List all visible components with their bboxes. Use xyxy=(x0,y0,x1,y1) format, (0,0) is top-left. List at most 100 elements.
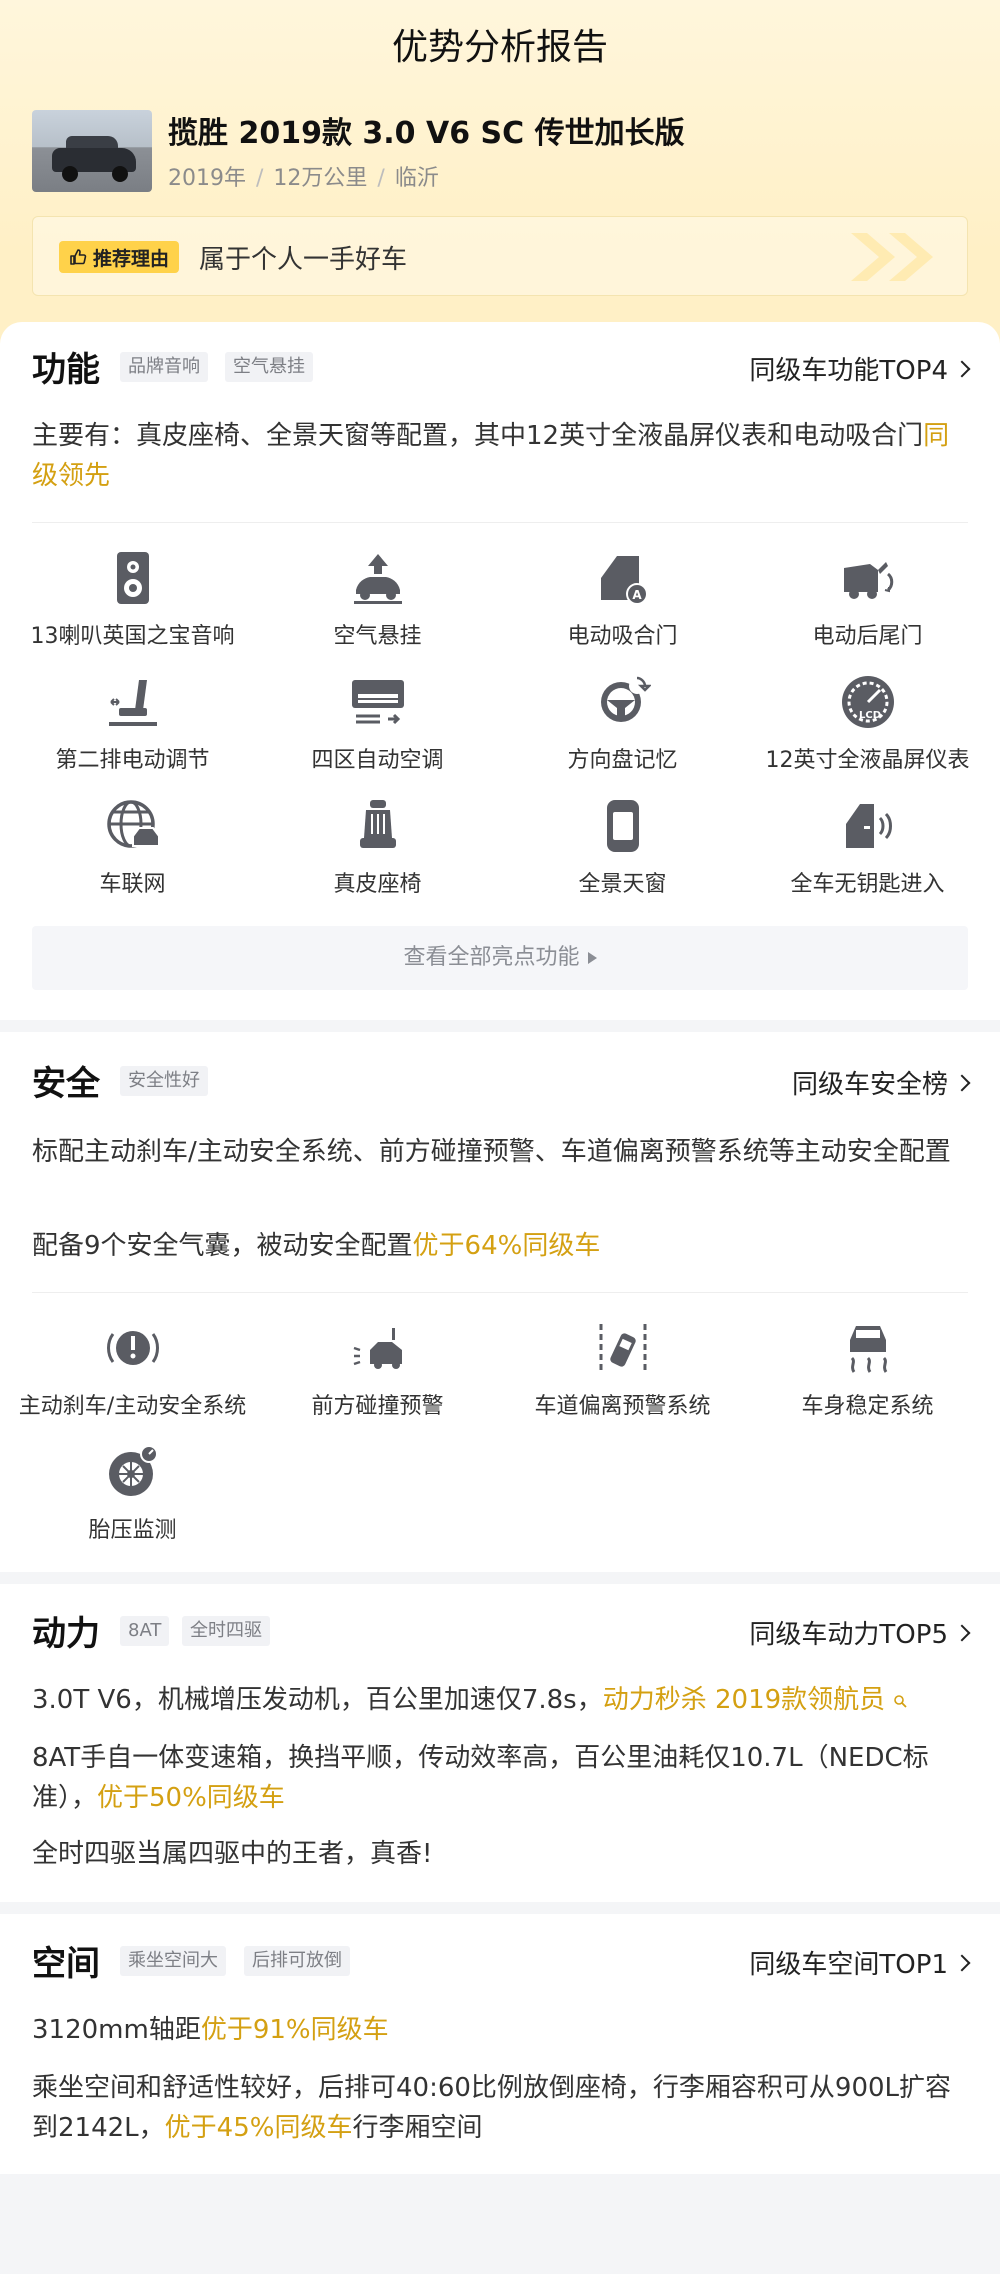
function-title: 功能 xyxy=(32,350,100,390)
function-tag: 空气悬挂 xyxy=(225,352,313,382)
feature-item[interactable]: 全景天窗 xyxy=(500,798,745,898)
feature-label: 胎压监测 xyxy=(88,1518,177,1543)
safety-tag: 安全性好 xyxy=(120,1066,208,1096)
power-rank-link[interactable]: 同级车动力TOP5 xyxy=(749,1614,971,1651)
connected-car-icon xyxy=(106,800,160,848)
chevron-right-icon xyxy=(953,360,971,377)
power-4wd-description: 全时四驱当属四驱中的王者，真香! xyxy=(32,1839,433,1869)
tire-pressure-icon xyxy=(108,1445,158,1496)
feature-label: 前方碰撞预警 xyxy=(311,1394,444,1419)
feature-item[interactable]: 车联网 xyxy=(10,798,255,898)
feature-label: 空气悬挂 xyxy=(333,624,422,649)
recommend-reason-label: 推荐理由 xyxy=(93,247,170,270)
feature-label: 车身稳定系统 xyxy=(801,1394,934,1419)
lcd-gauge-icon: LCD xyxy=(841,676,894,728)
feature-label: 方向盘记忆 xyxy=(567,748,678,773)
car-meta: 2019年 / 12万公里 / 临沂 xyxy=(168,160,439,192)
meta-separator: / xyxy=(256,166,264,191)
highlight-text: 优于91%同级车 xyxy=(200,2015,389,2045)
safety-section: 安全 安全性好 同级车安全榜 标配主动刹车/主动安全系统、前方碰撞预警、车道偏离… xyxy=(0,1032,1000,1572)
space-section: 空间 乘坐空间大 后排可放倒 同级车空间TOP1 3120mm轴距优于91%同级… xyxy=(0,1914,1000,2174)
thumbs-up-icon xyxy=(70,249,87,265)
sunroof-icon xyxy=(606,800,639,852)
car-name: 揽胜 2019款 3.0 V6 SC 传世加长版 xyxy=(168,116,685,151)
feature-item[interactable]: 四区自动空调 xyxy=(255,674,500,774)
feature-item[interactable]: 方向盘记忆 xyxy=(500,674,745,774)
power-tailgate-icon xyxy=(843,562,893,599)
function-rank-label: 同级车功能TOP4 xyxy=(749,356,948,386)
power-door-icon: A xyxy=(600,556,648,605)
stability-icon xyxy=(849,1326,887,1373)
car-city: 临沂 xyxy=(394,166,439,191)
feature-item[interactable]: 空气悬挂 xyxy=(255,550,500,650)
safety-rank-label: 同级车安全榜 xyxy=(791,1070,948,1100)
keyless-entry-icon xyxy=(845,804,892,848)
report-header: 优势分析报告 揽胜 2019款 3.0 V6 SC 传世加长版 2019年 / 12… xyxy=(0,0,1000,360)
climate-icon xyxy=(351,680,404,725)
speaker-icon xyxy=(116,552,149,604)
feature-label: 电动后尾门 xyxy=(812,624,923,649)
feature-label: 第二排电动调节 xyxy=(55,748,210,773)
svg-text:LCD: LCD xyxy=(858,710,880,721)
feature-label: 车道偏离预警系统 xyxy=(534,1394,711,1419)
safety-feature-item[interactable]: 车道偏离预警系统 xyxy=(500,1320,745,1420)
page-title: 优势分析报告 xyxy=(391,27,608,68)
brake-warning-icon xyxy=(106,1331,159,1365)
feature-label: 电动吸合门 xyxy=(567,624,678,649)
feature-label: 13喇叭英国之宝音响 xyxy=(30,624,235,649)
feature-item[interactable]: 第二排电动调节 xyxy=(10,674,255,774)
chevron-right-icon xyxy=(953,1624,971,1641)
lane-departure-icon xyxy=(599,1324,646,1372)
power-tag: 全时四驱 xyxy=(182,1616,270,1646)
function-description: 主要有：真皮座椅、全景天窗等配置，其中12英寸全液晶屏仪表和电动吸合门同级领先 xyxy=(32,421,950,491)
feature-item[interactable]: A 电动吸合门 xyxy=(500,550,745,650)
meta-separator: / xyxy=(377,166,385,191)
space-comfort-description: 乘坐空间和舒适性较好，后排可40:60比例放倒座椅，行李厢容积可从900L扩容到… xyxy=(32,2073,952,2143)
space-tag: 乘坐空间大 xyxy=(120,1946,226,1976)
feature-label: 车联网 xyxy=(99,872,166,897)
safety-rank-link[interactable]: 同级车安全榜 xyxy=(791,1064,971,1101)
view-all-features-button[interactable]: 查看全部亮点功能 xyxy=(32,926,968,990)
air-suspension-icon xyxy=(353,554,402,604)
leather-seat-icon xyxy=(359,800,396,848)
divider xyxy=(32,522,968,523)
feature-label: 主动刹车/主动安全系统 xyxy=(18,1394,247,1419)
power-engine-description: 3.0T V6，机械增压发动机，百公里加速仅7.8s，动力秒杀 2019款领航员 xyxy=(32,1680,968,1720)
view-all-features-label: 查看全部亮点功能 xyxy=(403,945,580,970)
power-title: 动力 xyxy=(32,1614,100,1654)
feature-item[interactable]: 全车无钥匙进入 xyxy=(745,798,990,898)
chevron-right-icon xyxy=(953,1954,971,1971)
safety-feature-item[interactable]: 车身稳定系统 xyxy=(745,1320,990,1420)
car-mileage: 12万公里 xyxy=(273,166,368,191)
chevron-right-icon xyxy=(953,1074,971,1091)
space-rank-link[interactable]: 同级车空间TOP1 xyxy=(749,1944,971,1981)
power-gearbox-description: 8AT手自一体变速箱，换挡平顺，传动效率高，百公里油耗仅10.7L（NEDC标准… xyxy=(32,1743,929,1813)
highlight-text: 优于64%同级车 xyxy=(412,1231,601,1261)
feature-item[interactable]: 13喇叭英国之宝音响 xyxy=(10,550,255,650)
space-tag: 后排可放倒 xyxy=(244,1946,350,1976)
seat-adjust-icon xyxy=(108,680,157,726)
divider xyxy=(32,1292,968,1293)
function-rank-link[interactable]: 同级车功能TOP4 xyxy=(749,350,971,387)
feature-item[interactable]: 真皮座椅 xyxy=(255,798,500,898)
compare-link[interactable]: 动力秒杀 2019款领航员 xyxy=(603,1685,885,1715)
space-wheelbase-description: 3120mm轴距优于91%同级车 xyxy=(32,2015,389,2045)
safety-feature-item[interactable]: 前方碰撞预警 xyxy=(255,1320,500,1420)
svg-text:A: A xyxy=(632,588,642,602)
power-rank-label: 同级车动力TOP5 xyxy=(749,1620,948,1650)
recommend-reason-text: 属于个人一手好车 xyxy=(199,245,408,275)
feature-label: 真皮座椅 xyxy=(333,872,422,897)
search-icon[interactable] xyxy=(893,1694,908,1708)
safety-description: 标配主动刹车/主动安全系统、前方碰撞预警、车道偏离预警系统等主动安全配置 xyxy=(32,1137,951,1167)
highlight-text: 优于45%同级车 xyxy=(164,2113,353,2143)
safety-title: 安全 xyxy=(32,1064,100,1104)
feature-item[interactable]: 电动后尾门 xyxy=(745,550,990,650)
feature-item[interactable]: LCD 12英寸全液晶屏仪表 xyxy=(745,674,990,774)
safety-feature-item[interactable]: 胎压监测 xyxy=(10,1444,255,1544)
function-section: 功能 品牌音响 空气悬挂 同级车功能TOP4 主要有：真皮座椅、全景天窗等配置，… xyxy=(0,322,1000,1020)
space-title: 空间 xyxy=(32,1944,100,1984)
recommend-reason-box: 推荐理由 属于个人一手好车 xyxy=(32,216,968,296)
safety-feature-item[interactable]: 主动刹车/主动安全系统 xyxy=(10,1320,255,1420)
feature-label: 四区自动空调 xyxy=(311,748,444,773)
car-thumbnail[interactable] xyxy=(32,110,152,192)
